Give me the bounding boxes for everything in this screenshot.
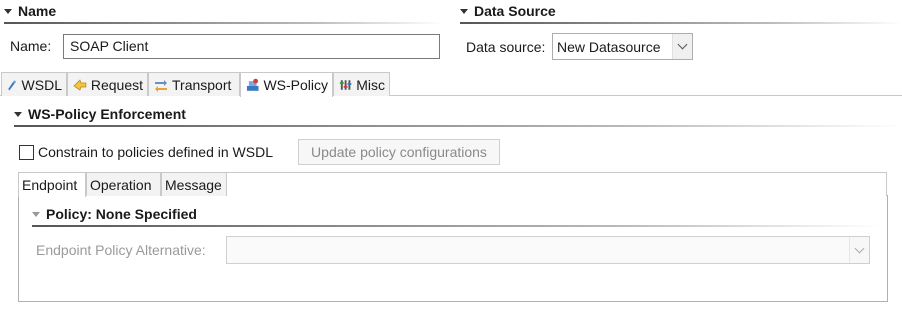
name-section-header[interactable]: Name — [4, 0, 56, 22]
chevron-down-icon — [854, 243, 865, 253]
request-icon — [73, 78, 87, 91]
collapse-triangle-icon[interactable] — [32, 211, 40, 217]
subtab-endpoint[interactable]: Endpoint — [18, 172, 86, 197]
collapse-triangle-icon[interactable] — [4, 8, 12, 14]
misc-icon — [339, 79, 352, 90]
name-input[interactable]: SOAP Client — [63, 34, 440, 59]
transport-icon — [155, 79, 167, 92]
subtab-message[interactable]: Message — [161, 172, 227, 196]
data-source-select[interactable]: New Datasource — [552, 33, 693, 60]
name-label: Name: — [10, 38, 52, 54]
tab-ws-policy[interactable]: WS-Policy — [240, 72, 333, 97]
ws-policy-enforcement-header[interactable]: WS-Policy Enforcement — [14, 103, 186, 125]
policy-section-title: Policy: None Specified — [46, 206, 197, 222]
policy-section-divider — [32, 225, 882, 227]
subtab-operation-label: Operation — [90, 176, 152, 193]
endpoint-policy-alternative-select[interactable] — [226, 236, 870, 264]
tab-request-label: Request — [90, 76, 143, 93]
name-section-divider — [4, 22, 444, 24]
tab-transport-label: Transport — [172, 76, 232, 93]
dropdown-arrow[interactable] — [672, 34, 692, 59]
tab-request[interactable]: Request — [67, 72, 148, 96]
data-source-section-divider — [460, 22, 902, 24]
tab-ws-policy-label: WS-Policy — [263, 77, 328, 93]
subtab-endpoint-label: Endpoint — [22, 177, 78, 193]
update-policy-button[interactable]: Update policy configurations — [298, 139, 500, 165]
tab-wsdl-label: WSDL — [21, 76, 62, 93]
data-source-section-title: Data Source — [474, 3, 556, 19]
tab-misc-label: Misc — [356, 76, 385, 93]
policy-section-header[interactable]: Policy: None Specified — [32, 203, 197, 225]
main-tab-bar: WSDL Request Transport WS-Policy Misc — [0, 72, 902, 97]
name-section-title: Name — [18, 3, 57, 19]
dropdown-arrow[interactable] — [849, 237, 869, 263]
constrain-label: Constrain to policies defined in WSDL — [38, 144, 274, 160]
subtab-operation[interactable]: Operation — [86, 172, 161, 196]
tab-transport[interactable]: Transport — [148, 72, 240, 96]
data-source-selected-value: New Datasource — [557, 38, 661, 55]
subtab-bar-filler — [227, 172, 887, 196]
subtab-message-label: Message — [165, 176, 222, 193]
ws-policy-divider — [14, 125, 902, 127]
collapse-triangle-icon[interactable] — [14, 111, 22, 117]
tab-wsdl[interactable]: WSDL — [1, 72, 67, 96]
endpoint-policy-alternative-label: Endpoint Policy Alternative: — [36, 242, 206, 258]
constrain-checkbox[interactable] — [19, 145, 34, 160]
ws-policy-enforcement-title: WS-Policy Enforcement — [28, 106, 186, 122]
data-source-section-header[interactable]: Data Source — [460, 0, 556, 22]
wsdl-icon — [8, 79, 17, 90]
chevron-down-icon — [677, 39, 688, 50]
ws-policy-icon — [246, 78, 259, 91]
tab-misc[interactable]: Misc — [333, 72, 390, 96]
collapse-triangle-icon[interactable] — [460, 8, 468, 14]
data-source-label: Data source: — [466, 39, 546, 55]
